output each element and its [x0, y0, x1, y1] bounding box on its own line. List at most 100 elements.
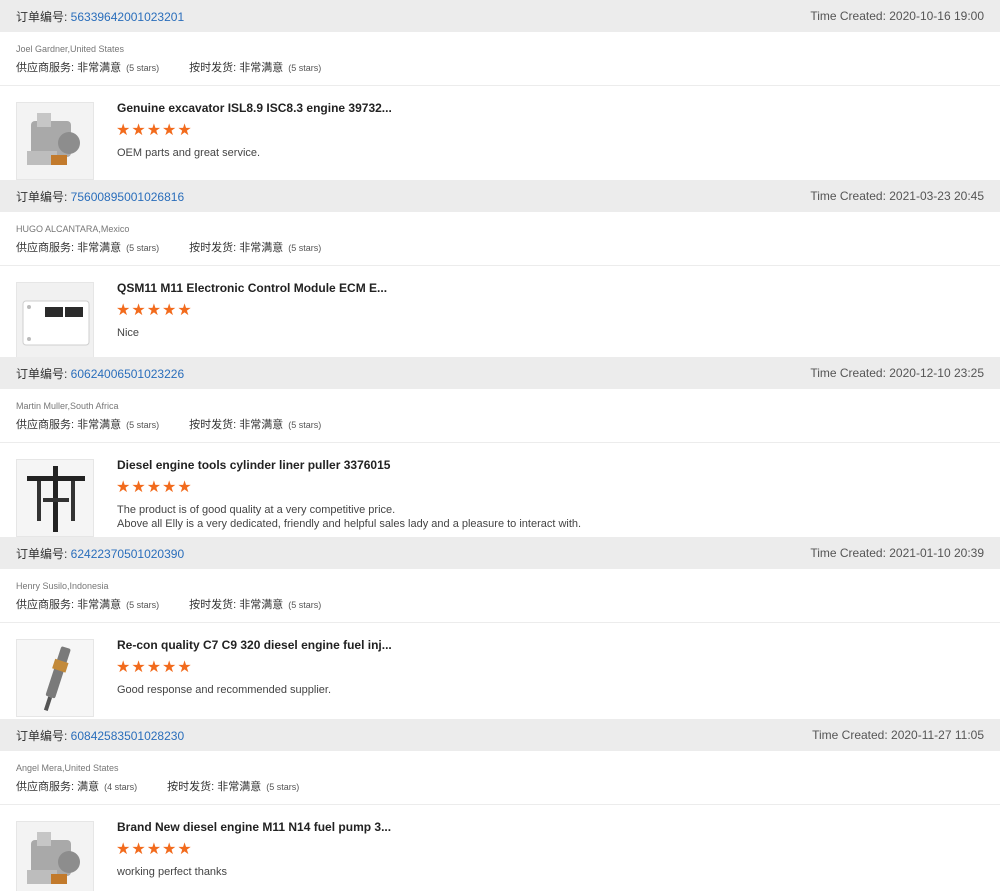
order-header: 订单编号: 60842583501028230 Time Created: 20…	[0, 719, 1000, 751]
feedback-line: Above all Elly is a very dedicated, frie…	[117, 518, 582, 530]
fuel-pump-image[interactable]	[16, 821, 94, 891]
supplier-service-label: 供应商服务:	[16, 781, 78, 793]
fuel-injector-image[interactable]	[16, 639, 94, 717]
buyer-block: Martin Muller,South Africa 供应商服务: 非常满意 (5…	[0, 389, 1000, 443]
star-icon: ★	[116, 659, 131, 676]
order-number: 订单编号: 62422370501020390	[16, 545, 184, 562]
on-time-shipping-rating: 非常满意	[217, 781, 262, 793]
on-time-shipping-stars: (5 stars)	[288, 243, 322, 253]
star-icon: ★	[131, 302, 146, 319]
star-icon: ★	[146, 841, 162, 858]
order-number-link[interactable]: 75600895001026816	[71, 190, 184, 204]
order-number: 订单编号: 56339642001023201	[16, 8, 184, 25]
on-time-shipping-label: 按时发货:	[167, 781, 218, 793]
order-number-link[interactable]: 60624006501023226	[71, 367, 184, 381]
review-card: 订单编号: 60624006501023226 Time Created: 20…	[0, 357, 1000, 537]
star-icon: ★	[131, 479, 146, 496]
product-row: Brand New diesel engine M11 N14 fuel pum…	[0, 805, 1000, 891]
star-icon: ★	[162, 659, 177, 676]
order-header: 订单编号: 56339642001023201 Time Created: 20…	[0, 0, 1000, 32]
product-row: Re-con quality C7 C9 320 diesel engine f…	[0, 623, 1000, 719]
product-row: Diesel engine tools cylinder liner pulle…	[0, 443, 1000, 537]
product-title[interactable]: Brand New diesel engine M11 N14 fuel pum…	[117, 820, 391, 834]
star-icon: ★	[162, 122, 177, 139]
time-created-label: Time Created:	[810, 366, 890, 380]
star-icon: ★	[177, 302, 192, 319]
order-number-label: 订单编号:	[16, 546, 71, 561]
star-icon: ★	[131, 122, 146, 139]
star-icon: ★	[116, 841, 131, 858]
star-icon: ★	[177, 659, 192, 676]
buyer-block: HUGO ALCANTARA,Mexico 供应商服务: 非常满意 (5 star…	[0, 212, 1000, 266]
supplier-service-rating: 非常满意	[77, 62, 122, 74]
review-card: 订单编号: 60842583501028230 Time Created: 20…	[0, 719, 1000, 891]
product-title[interactable]: Genuine excavator ISL8.9 ISC8.3 engine 3…	[117, 101, 392, 115]
buyer-name: Angel Mera,United States	[16, 763, 119, 773]
order-number: 订单编号: 75600895001026816	[16, 188, 184, 205]
order-header: 订单编号: 60624006501023226 Time Created: 20…	[0, 357, 1000, 389]
time-created: Time Created: 2020-12-10 23:25	[810, 366, 984, 380]
supplier-service-stars: (5 stars)	[126, 600, 160, 610]
supplier-service-label: 供应商服务:	[16, 62, 78, 74]
product-title[interactable]: Re-con quality C7 C9 320 diesel engine f…	[117, 638, 392, 652]
supplier-ratings: 供应商服务: 非常满意 (5 stars) 按时发货: 非常满意 (5 stars)	[16, 237, 984, 259]
feedback-text: OEM parts and great service.	[117, 146, 260, 160]
time-created-value: 2020-11-27 11:05	[891, 728, 984, 742]
ecm-module-image[interactable]	[16, 282, 94, 357]
order-number: 订单编号: 60842583501028230	[16, 727, 184, 744]
feedback-text: Good response and recommended supplier.	[117, 683, 331, 697]
product-row: QSM11 M11 Electronic Control Module ECM …	[0, 266, 1000, 357]
product-title[interactable]: QSM11 M11 Electronic Control Module ECM …	[117, 281, 387, 295]
supplier-ratings: 供应商服务: 非常满意 (5 stars) 按时发货: 非常满意 (5 stars)	[16, 57, 984, 79]
order-number-label: 订单编号:	[16, 728, 71, 743]
product-rating-stars: ★ ★ ★ ★ ★	[116, 842, 192, 858]
supplier-service-rating: 非常满意	[77, 599, 122, 611]
time-created: Time Created: 2021-01-10 20:39	[810, 546, 984, 560]
order-number: 订单编号: 60624006501023226	[16, 365, 184, 382]
buyer-block: Henry Susilo,Indonesia 供应商服务: 非常满意 (5 sta…	[0, 569, 1000, 623]
on-time-shipping-rating: 非常满意	[239, 419, 284, 431]
on-time-shipping-stars: (5 stars)	[288, 600, 322, 610]
time-created-value: 2020-12-10 23:25	[889, 366, 984, 380]
fuel-pump-image[interactable]	[16, 102, 94, 180]
order-number-link[interactable]: 60842583501028230	[71, 729, 184, 743]
supplier-ratings: 供应商服务: 满意 (4 stars) 按时发货: 非常满意 (5 stars)	[16, 776, 984, 798]
time-created-value: 2021-01-10 20:39	[889, 546, 984, 560]
star-icon: ★	[177, 841, 192, 858]
time-created: Time Created: 2020-11-27 11:05	[812, 728, 984, 742]
on-time-shipping-stars: (5 stars)	[288, 63, 322, 73]
star-icon: ★	[116, 122, 131, 139]
star-icon: ★	[146, 302, 162, 319]
time-created-value: 2020-10-16 19:00	[889, 9, 984, 23]
star-icon: ★	[177, 479, 192, 496]
supplier-service-label: 供应商服务:	[16, 242, 78, 254]
supplier-service-label: 供应商服务:	[16, 599, 78, 611]
buyer-name: Henry Susilo,Indonesia	[16, 581, 109, 591]
time-created: Time Created: 2020-10-16 19:00	[810, 9, 984, 23]
product-title[interactable]: Diesel engine tools cylinder liner pulle…	[117, 458, 390, 472]
order-number-link[interactable]: 62422370501020390	[71, 547, 184, 561]
star-icon: ★	[162, 841, 177, 858]
feedback-text: working perfect thanks	[117, 865, 227, 879]
product-rating-stars: ★ ★ ★ ★ ★	[116, 480, 192, 496]
time-created-label: Time Created:	[810, 546, 890, 560]
product-rating-stars: ★ ★ ★ ★ ★	[116, 660, 192, 676]
order-header: 订单编号: 62422370501020390 Time Created: 20…	[0, 537, 1000, 569]
time-created-label: Time Created:	[812, 728, 892, 742]
star-icon: ★	[177, 122, 192, 139]
product-rating-stars: ★ ★ ★ ★ ★	[116, 303, 192, 319]
order-number-link[interactable]: 56339642001023201	[71, 10, 184, 24]
feedback-line: The product is of good quality at a very…	[117, 504, 396, 516]
feedback-line: OEM parts and great service.	[117, 147, 261, 159]
feedback-text: The product is of good quality at a very…	[117, 503, 581, 531]
supplier-service-rating: 非常满意	[77, 419, 122, 431]
time-created: Time Created: 2021-03-23 20:45	[810, 189, 984, 203]
star-icon: ★	[146, 659, 162, 676]
liner-puller-image[interactable]	[16, 459, 94, 537]
supplier-service-stars: (5 stars)	[126, 243, 160, 253]
order-number-label: 订单编号:	[16, 189, 71, 204]
review-card: 订单编号: 56339642001023201 Time Created: 20…	[0, 0, 1000, 180]
time-created-label: Time Created:	[810, 189, 890, 203]
star-icon: ★	[131, 659, 146, 676]
on-time-shipping-rating: 非常满意	[239, 242, 284, 254]
